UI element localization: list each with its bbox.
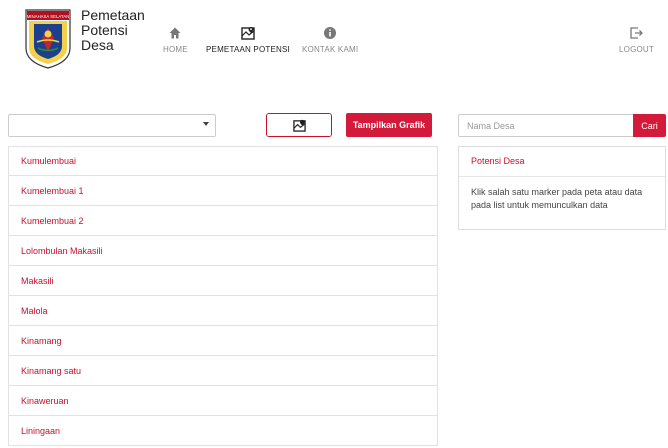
- brand-line-1: Pemetaan: [81, 7, 145, 23]
- nav-logout-label: LOGOUT: [619, 45, 654, 54]
- brand-line-3: Desa: [81, 37, 114, 53]
- logout-icon: [630, 27, 644, 39]
- desa-list: Kumulembuai Kumelembuai 1 Kumelembuai 2 Lol…: [8, 146, 438, 446]
- list-item[interactable]: Makasili: [8, 266, 438, 296]
- brand-title: Pemetaan Potensi Desa: [81, 8, 151, 53]
- dropdown-arrow-icon: [203, 122, 209, 126]
- logo[interactable]: MINAHASA SELATAN: [24, 8, 72, 70]
- list-item[interactable]: Kumelembuai 2: [8, 206, 438, 236]
- view-toggle: [266, 113, 332, 137]
- list-item[interactable]: Liningaan: [8, 416, 438, 446]
- top-header: MINAHASA SELATAN Pemetaan Potensi Desa H…: [0, 0, 668, 80]
- nav-kontak-kami[interactable]: KONTAK KAMI: [302, 26, 358, 54]
- brand-line-2: Potensi: [81, 22, 128, 38]
- potensi-desa-panel: Potensi Desa Klik salah satu marker pada…: [458, 146, 666, 230]
- nav-logout[interactable]: LOGOUT: [619, 26, 654, 54]
- list-item[interactable]: Kinamang: [8, 326, 438, 356]
- map-view-icon: [292, 119, 306, 132]
- nav-kontak-label: KONTAK KAMI: [302, 45, 359, 54]
- list-item[interactable]: Kumulembuai: [8, 146, 438, 176]
- nav-home[interactable]: HOME: [163, 26, 188, 54]
- cari-button[interactable]: Cari: [633, 114, 666, 137]
- map-view-button[interactable]: [267, 114, 331, 136]
- panel-body: Klik salah satu marker pada peta atau da…: [471, 187, 643, 210]
- list-item[interactable]: Kinamang satu: [8, 356, 438, 386]
- map-marker-icon: [241, 27, 255, 40]
- list-item[interactable]: Kumelembuai 1: [8, 176, 438, 206]
- list-item[interactable]: Malola: [8, 296, 438, 326]
- tampilkan-grafik-button[interactable]: Tampilkan Grafik: [346, 113, 432, 137]
- desa-select[interactable]: [8, 114, 216, 137]
- logo-text: MINAHASA SELATAN: [27, 14, 69, 19]
- nav-pemetaan-potensi[interactable]: PEMETAAN POTENSI: [206, 26, 290, 54]
- home-icon: [169, 27, 181, 39]
- nav-pemetaan-label: PEMETAAN POTENSI: [206, 45, 290, 54]
- info-icon: [324, 27, 337, 39]
- list-item[interactable]: Kinaweruan: [8, 386, 438, 416]
- nav-home-label: HOME: [163, 45, 188, 54]
- list-item[interactable]: Lolombulan Makasili: [8, 236, 438, 266]
- nama-desa-search-input[interactable]: [458, 114, 634, 137]
- panel-title: Potensi Desa: [459, 147, 665, 177]
